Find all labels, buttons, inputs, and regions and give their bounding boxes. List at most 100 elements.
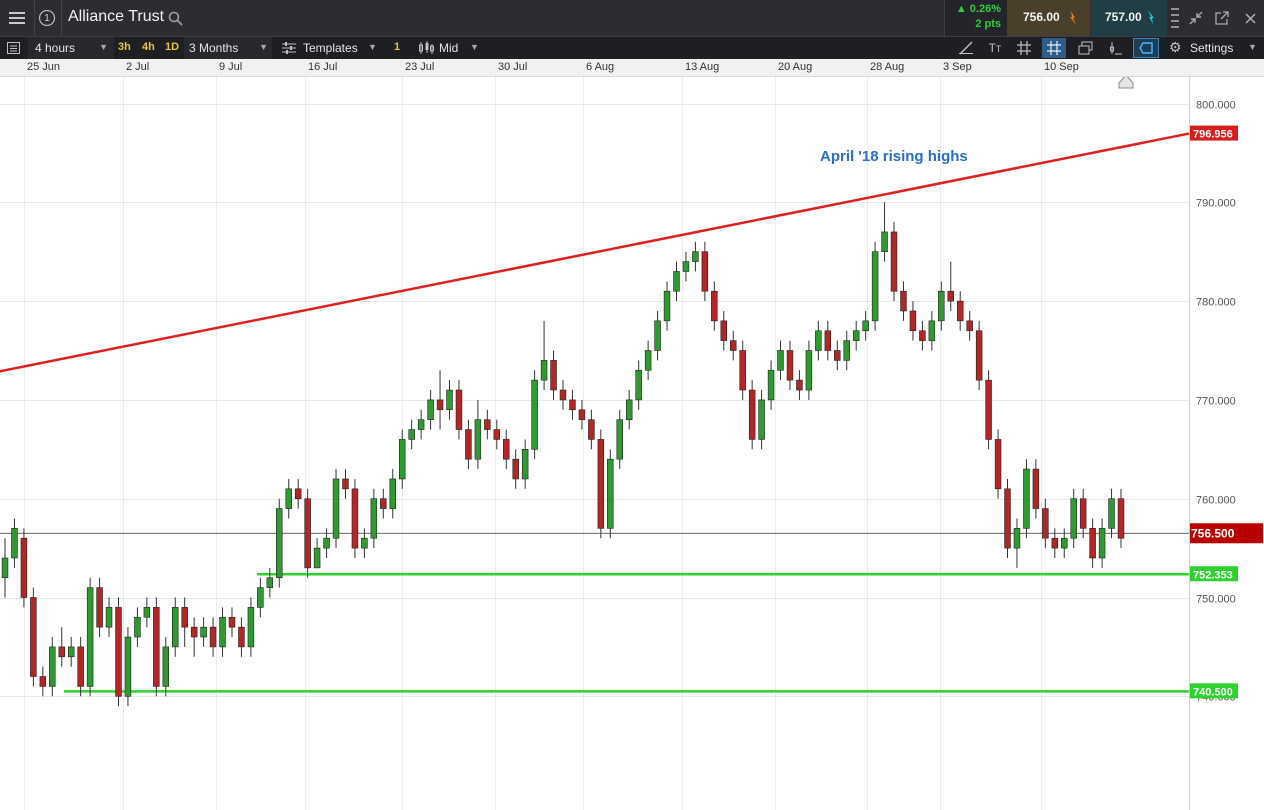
indicator-count-badge[interactable]: 1 — [394, 41, 400, 53]
price-type-select[interactable]: Mid ▼ — [414, 37, 486, 59]
candle-body — [503, 439, 510, 460]
candle-body — [540, 360, 548, 381]
candle-body — [1089, 528, 1096, 559]
buy-arrow-icon — [1148, 10, 1154, 24]
candle-body — [550, 360, 557, 391]
candle-body — [408, 429, 415, 440]
scroll-marker-icon[interactable] — [1118, 77, 1134, 89]
shape-tool-icon[interactable] — [1133, 38, 1159, 58]
date-label: 28 Aug — [870, 61, 905, 73]
chart-toolbar: 4 hours ▼ 3h 4h 1D 3 Months ▼ Templates … — [0, 36, 1264, 59]
buy-price: 757.00 — [1105, 10, 1142, 24]
candle-body — [389, 478, 396, 509]
date-label: 20 Aug — [778, 61, 813, 73]
minimize-icon[interactable] — [1186, 8, 1206, 28]
candle-body — [1042, 508, 1049, 539]
candle-body — [1061, 537, 1068, 549]
trendline[interactable] — [0, 132, 1190, 373]
grid-icon[interactable] — [1013, 39, 1035, 57]
candle-body — [1051, 537, 1059, 549]
date-label: 9 Jul — [219, 61, 243, 73]
candle-body — [1, 557, 9, 579]
settings-button[interactable]: ⚙ Settings ▼ — [1166, 37, 1262, 59]
close-icon[interactable] — [1240, 8, 1260, 28]
support-price-label: 740.500 — [1193, 686, 1233, 698]
candle-body — [162, 646, 170, 687]
date-label: 25 Jun — [27, 61, 61, 73]
candle-body — [86, 587, 94, 687]
top-bar: 1 Alliance Trust ▲ 0.26% 2 pts 756.00 75… — [0, 0, 1264, 36]
instrument-title[interactable]: Alliance Trust — [68, 8, 164, 26]
candle-body — [796, 379, 803, 391]
candle-body — [975, 330, 983, 381]
interval-3h-button[interactable]: 3h — [118, 41, 131, 53]
interval-select[interactable]: 4 hours ▼ — [28, 37, 114, 59]
candle-body — [190, 626, 198, 638]
candle-body — [105, 607, 113, 628]
date-label: 30 Jul — [498, 61, 528, 73]
candle-body — [427, 399, 434, 420]
drag-handle-icon[interactable] — [1168, 4, 1182, 32]
candle-body — [843, 340, 850, 361]
candle-body — [1098, 528, 1106, 559]
candle-body — [531, 379, 538, 450]
interval-1d-button[interactable]: 1D — [165, 41, 179, 53]
trendline-price-label: 796.956 — [1193, 129, 1233, 141]
price-chart[interactable]: 800.000 790.000 780.000 770.000 760.000 750.0… — [0, 77, 1264, 810]
y-tick-label: 780.000 — [1196, 297, 1236, 309]
popout-icon[interactable] — [1212, 8, 1232, 28]
candle-body — [96, 587, 103, 628]
date-label: 13 Aug — [685, 61, 720, 73]
candle-body — [777, 350, 784, 371]
candle-body — [219, 616, 226, 648]
candle-body — [370, 498, 378, 539]
sell-button[interactable]: 756.00 — [1007, 0, 1090, 36]
indicator-icon[interactable] — [1104, 39, 1126, 57]
gear-icon: ⚙ — [1169, 39, 1182, 55]
candle-body — [663, 290, 671, 322]
search-icon[interactable] — [165, 8, 185, 28]
candle-body — [956, 300, 964, 322]
buy-button[interactable]: 757.00 — [1091, 0, 1167, 36]
crosshair-icon[interactable] — [1042, 38, 1066, 58]
candle-body — [909, 310, 917, 332]
candle-body — [172, 607, 179, 648]
y-tick-label: 790.000 — [1196, 198, 1236, 210]
templates-select[interactable]: Templates ▼ — [278, 37, 382, 59]
candle-body — [313, 547, 321, 569]
candle-body — [569, 399, 576, 411]
line-draw-icon[interactable] — [955, 39, 977, 57]
candle-body — [815, 330, 822, 351]
y-tick-label: 800.000 — [1196, 100, 1236, 112]
candle-body — [786, 350, 794, 381]
text-tool-icon[interactable]: TT — [984, 39, 1006, 57]
layers-icon[interactable] — [1074, 39, 1096, 57]
candle-body — [739, 350, 746, 391]
candle-body — [323, 537, 330, 549]
list-icon[interactable] — [4, 40, 22, 56]
info-icon[interactable]: 1 — [36, 8, 58, 28]
candle-body — [455, 389, 463, 430]
candle-body — [134, 616, 141, 638]
candle-body — [276, 508, 283, 579]
candle-body — [200, 626, 207, 638]
candle-body — [521, 448, 529, 480]
candle-body — [11, 528, 18, 559]
candle-body — [228, 616, 236, 628]
period-select[interactable]: 3 Months ▼ — [184, 37, 272, 59]
candle-body — [1023, 468, 1030, 529]
candle-body — [342, 478, 349, 490]
date-label: 23 Jul — [405, 61, 435, 73]
interval-4h-button[interactable]: 4h — [142, 41, 155, 53]
candle-body — [1079, 498, 1087, 529]
trendline-annotation[interactable]: April '18 rising highs — [820, 148, 968, 165]
candle-body — [805, 350, 813, 391]
chevron-down-icon: ▼ — [1248, 42, 1257, 52]
candle-body — [153, 607, 160, 687]
candle-body — [559, 389, 567, 401]
menu-icon[interactable] — [0, 0, 34, 36]
candle-body — [493, 429, 501, 440]
candle-body — [247, 607, 255, 648]
candlestick-icon — [419, 41, 434, 54]
candle-body — [635, 369, 642, 401]
